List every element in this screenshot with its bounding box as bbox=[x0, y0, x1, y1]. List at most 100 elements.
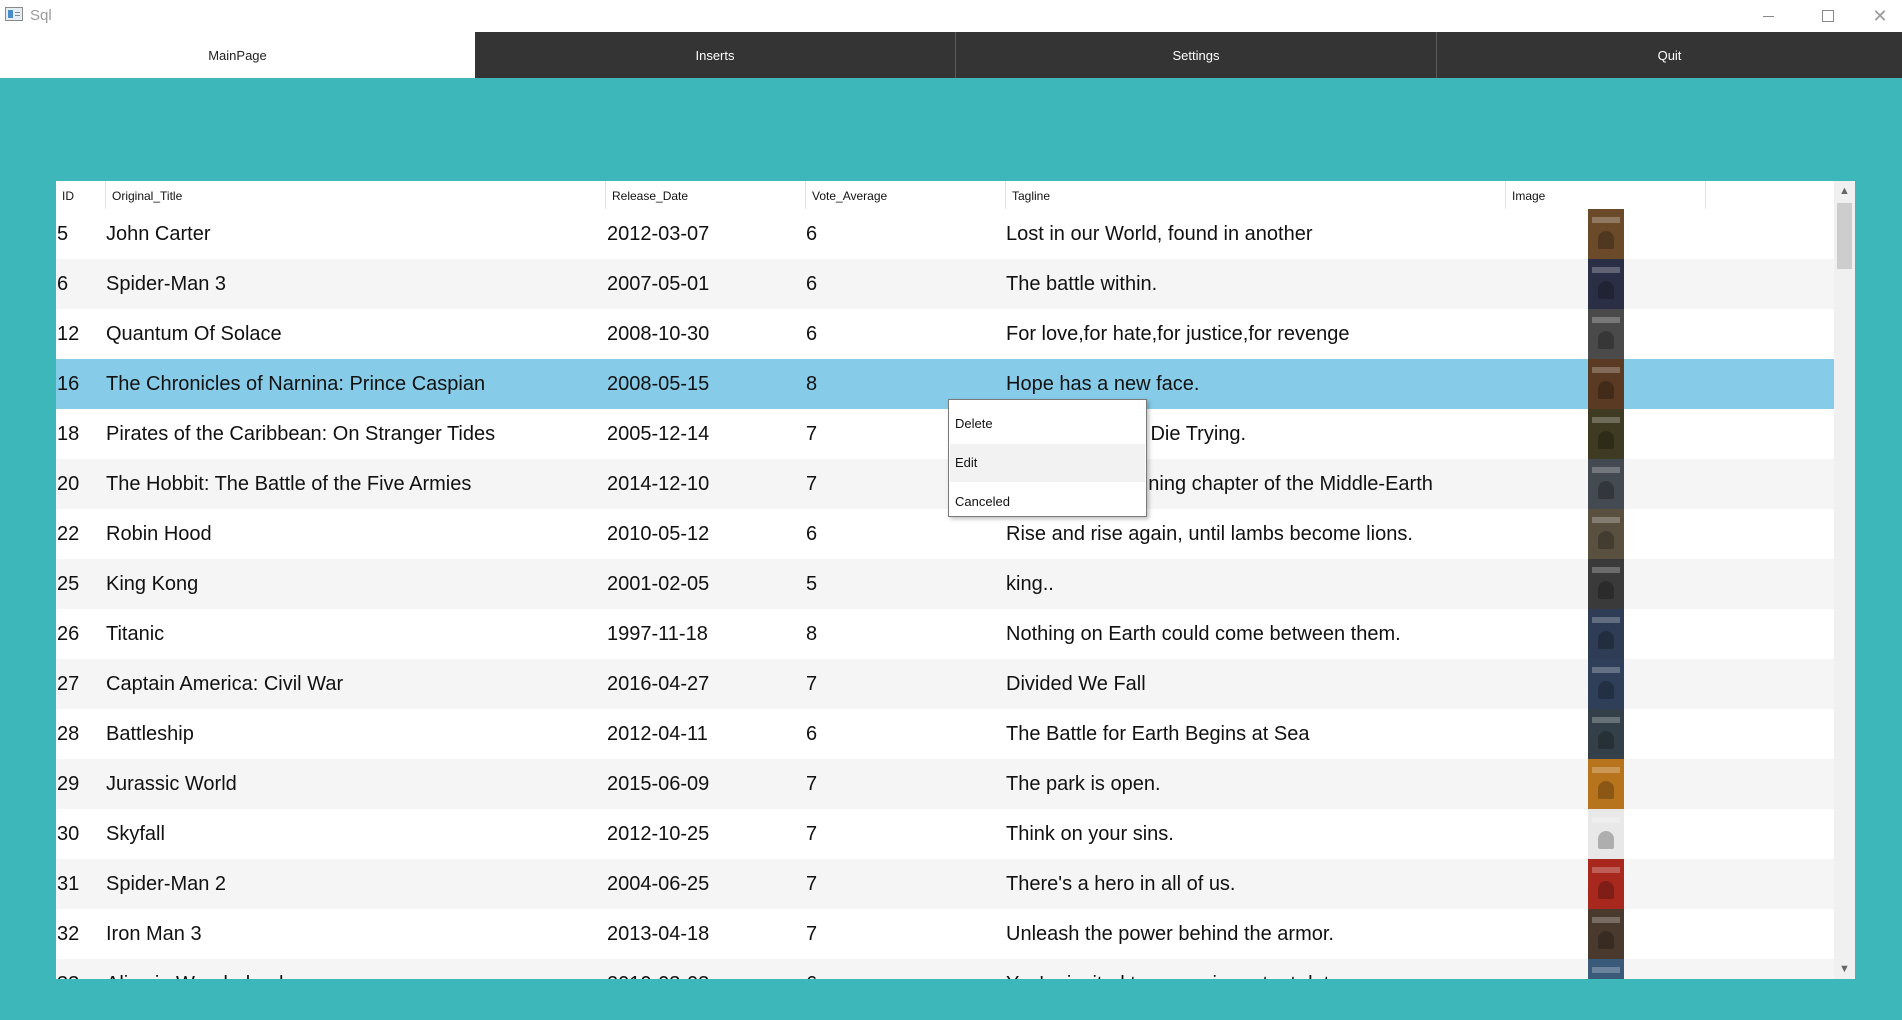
tab-settings[interactable]: Settings bbox=[956, 32, 1437, 78]
cell-vote-average[interactable]: 7 bbox=[806, 909, 966, 959]
cell-vote-average[interactable]: 6 bbox=[806, 309, 966, 359]
cell-id[interactable]: 31 bbox=[57, 859, 102, 909]
scrollbar-thumb[interactable] bbox=[1837, 203, 1852, 269]
column-header-tagline[interactable]: Tagline bbox=[1006, 181, 1506, 209]
movies-table[interactable]: ID Original_Title Release_Date Vote_Aver… bbox=[56, 181, 1855, 979]
cell-original-title[interactable]: Spider-Man 2 bbox=[106, 859, 546, 909]
cell-vote-average[interactable]: 8 bbox=[806, 609, 966, 659]
cell-id[interactable]: 12 bbox=[57, 309, 102, 359]
cell-original-title[interactable]: The Hobbit: The Battle of the Five Armie… bbox=[106, 459, 546, 509]
column-header-original-title[interactable]: Original_Title bbox=[106, 181, 606, 209]
cell-original-title[interactable]: Iron Man 3 bbox=[106, 909, 546, 959]
cell-tagline[interactable]: Unleash the power behind the armor. bbox=[1006, 909, 1646, 959]
cell-original-title[interactable]: Robin Hood bbox=[106, 509, 546, 559]
cell-release-date[interactable]: 1997-11-18 bbox=[607, 609, 797, 659]
table-row[interactable]: 18 Pirates of the Caribbean: On Stranger … bbox=[56, 409, 1834, 459]
poster-thumbnail[interactable] bbox=[1588, 859, 1624, 909]
cell-tagline[interactable]: The Battle for Earth Begins at Sea bbox=[1006, 709, 1646, 759]
cell-tagline[interactable]: king.. bbox=[1006, 559, 1646, 609]
table-row[interactable]: 5 John Carter 2012-03-07 6 Lost in our World… bbox=[56, 209, 1834, 259]
cell-tagline[interactable]: For love,for hate,for justice,for reveng… bbox=[1006, 309, 1646, 359]
cell-tagline[interactable]: The park is open. bbox=[1006, 759, 1646, 809]
table-row[interactable]: 12 Quantum Of Solace 2008-10-30 6 For love,f… bbox=[56, 309, 1834, 359]
table-row[interactable]: 20 The Hobbit: The Battle of the Five Arm… bbox=[56, 459, 1834, 509]
cell-id[interactable]: 28 bbox=[57, 709, 102, 759]
close-icon[interactable]: ✕ bbox=[1857, 0, 1902, 32]
cell-original-title[interactable]: Captain America: Civil War bbox=[106, 659, 546, 709]
column-header-vote-average[interactable]: Vote_Average bbox=[806, 181, 1006, 209]
cell-release-date[interactable]: 2012-03-07 bbox=[607, 209, 797, 259]
column-header-image[interactable]: Image bbox=[1506, 181, 1706, 209]
cell-id[interactable]: 22 bbox=[57, 509, 102, 559]
table-row[interactable]: 27 Captain America: Civil War 2016-04-27 7 D… bbox=[56, 659, 1834, 709]
cell-original-title[interactable]: Battleship bbox=[106, 709, 546, 759]
cell-tagline[interactable]: Nothing on Earth could come between them… bbox=[1006, 609, 1646, 659]
cell-release-date[interactable]: 2005-12-14 bbox=[607, 409, 797, 459]
cell-id[interactable]: 30 bbox=[57, 809, 102, 859]
poster-thumbnail[interactable] bbox=[1588, 709, 1624, 759]
table-row[interactable]: 30 Skyfall 2012-10-25 7 Think on your sins. bbox=[56, 809, 1834, 859]
cell-tagline[interactable]: You're invited to a very important date. bbox=[1006, 959, 1646, 979]
cell-vote-average[interactable]: 7 bbox=[806, 809, 966, 859]
cell-release-date[interactable]: 2001-02-05 bbox=[607, 559, 797, 609]
cell-tagline[interactable]: There's a hero in all of us. bbox=[1006, 859, 1646, 909]
context-menu-edit[interactable]: Edit bbox=[950, 444, 1145, 482]
cell-vote-average[interactable]: 7 bbox=[806, 459, 966, 509]
cell-vote-average[interactable]: 7 bbox=[806, 759, 966, 809]
scroll-down-icon[interactable]: ▼ bbox=[1834, 959, 1855, 979]
poster-thumbnail[interactable] bbox=[1588, 559, 1624, 609]
tab-quit[interactable]: Quit bbox=[1437, 32, 1902, 78]
cell-release-date[interactable]: 2013-04-18 bbox=[607, 909, 797, 959]
cell-original-title[interactable]: Skyfall bbox=[106, 809, 546, 859]
table-row[interactable]: 16 The Chronicles of Narnina: Prince Casp… bbox=[56, 359, 1834, 409]
poster-thumbnail[interactable] bbox=[1588, 409, 1624, 459]
cell-release-date[interactable]: 2004-06-25 bbox=[607, 859, 797, 909]
cell-release-date[interactable]: 2016-04-27 bbox=[607, 659, 797, 709]
cell-release-date[interactable]: 2008-05-15 bbox=[607, 359, 797, 409]
cell-original-title[interactable]: Quantum Of Solace bbox=[106, 309, 546, 359]
cell-vote-average[interactable]: 7 bbox=[806, 859, 966, 909]
poster-thumbnail[interactable] bbox=[1588, 309, 1624, 359]
table-row[interactable]: 28 Battleship 2012-04-11 6 The Battle for Ea… bbox=[56, 709, 1834, 759]
cell-original-title[interactable]: Pirates of the Caribbean: On Stranger Ti… bbox=[106, 409, 546, 459]
cell-release-date[interactable]: 2008-10-30 bbox=[607, 309, 797, 359]
cell-vote-average[interactable]: 6 bbox=[806, 509, 966, 559]
minimize-icon[interactable] bbox=[1745, 0, 1791, 32]
poster-thumbnail[interactable] bbox=[1588, 909, 1624, 959]
cell-vote-average[interactable]: 6 bbox=[806, 709, 966, 759]
cell-id[interactable]: 18 bbox=[57, 409, 102, 459]
cell-release-date[interactable]: 2010-03-03 bbox=[607, 959, 797, 979]
cell-id[interactable]: 26 bbox=[57, 609, 102, 659]
cell-original-title[interactable]: Spider-Man 3 bbox=[106, 259, 546, 309]
column-header-release-date[interactable]: Release_Date bbox=[606, 181, 806, 209]
table-row[interactable]: 32 Iron Man 3 2013-04-18 7 Unleash the power… bbox=[56, 909, 1834, 959]
cell-tagline[interactable]: The battle within. bbox=[1006, 259, 1646, 309]
cell-id[interactable]: 16 bbox=[57, 359, 102, 409]
table-row[interactable]: 25 King Kong 2001-02-05 5 king.. bbox=[56, 559, 1834, 609]
table-row[interactable]: 22 Robin Hood 2010-05-12 6 Rise and rise aga… bbox=[56, 509, 1834, 559]
cell-original-title[interactable]: John Carter bbox=[106, 209, 546, 259]
cell-tagline[interactable]: Divided We Fall bbox=[1006, 659, 1646, 709]
cell-release-date[interactable]: 2012-10-25 bbox=[607, 809, 797, 859]
cell-vote-average[interactable]: 8 bbox=[806, 359, 966, 409]
poster-thumbnail[interactable] bbox=[1588, 509, 1624, 559]
tab-inserts[interactable]: Inserts bbox=[475, 32, 956, 78]
cell-original-title[interactable]: King Kong bbox=[106, 559, 546, 609]
table-row[interactable]: 33Alice in Wonderland 2010-03-03 6 You're i… bbox=[56, 959, 1834, 979]
cell-id[interactable]: 33 bbox=[57, 959, 102, 979]
poster-thumbnail[interactable] bbox=[1588, 459, 1624, 509]
table-row[interactable]: 6 Spider-Man 3 2007-05-01 6 The battle withi… bbox=[56, 259, 1834, 309]
vertical-scrollbar[interactable]: ▲ ▼ bbox=[1834, 181, 1855, 979]
cell-release-date[interactable]: 2012-04-11 bbox=[607, 709, 797, 759]
cell-release-date[interactable]: 2010-05-12 bbox=[607, 509, 797, 559]
context-menu-delete[interactable]: Delete bbox=[950, 405, 1145, 443]
table-row[interactable]: 26 Titanic 1997-11-18 8 Nothing on Earth cou… bbox=[56, 609, 1834, 659]
poster-thumbnail[interactable] bbox=[1588, 659, 1624, 709]
poster-thumbnail[interactable] bbox=[1588, 259, 1624, 309]
cell-original-title[interactable]: The Chronicles of Narnina: Prince Caspia… bbox=[106, 359, 546, 409]
tab-mainpage[interactable]: MainPage bbox=[0, 32, 475, 78]
cell-vote-average[interactable]: 6 bbox=[806, 959, 966, 979]
cell-original-title[interactable]: Jurassic World bbox=[106, 759, 546, 809]
table-row[interactable]: 31 Spider-Man 2 2004-06-25 7 There's a hero … bbox=[56, 859, 1834, 909]
cell-id[interactable]: 20 bbox=[57, 459, 102, 509]
